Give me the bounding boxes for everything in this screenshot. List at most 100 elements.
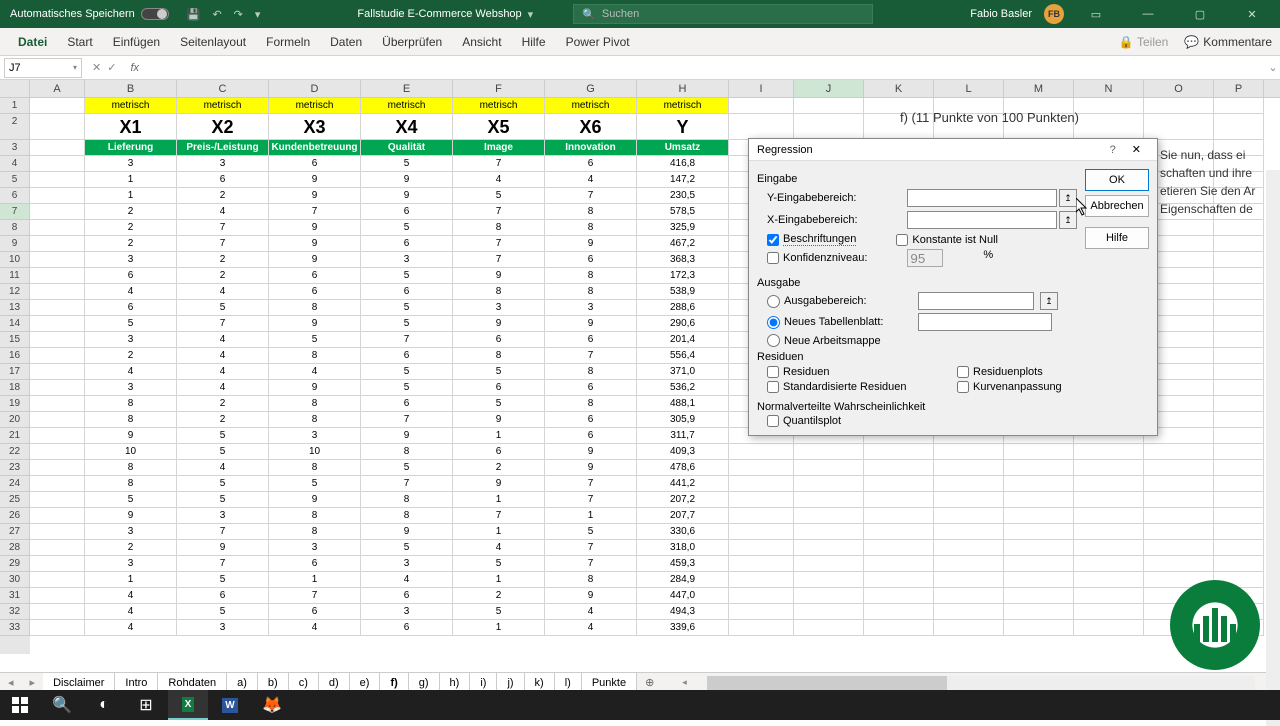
cell-K29[interactable]	[864, 556, 934, 572]
row-header-10[interactable]: 10	[0, 252, 30, 268]
cell-H25[interactable]: 207,2	[637, 492, 729, 508]
cell-B28[interactable]: 2	[85, 540, 177, 556]
cell-B10[interactable]: 3	[85, 252, 177, 268]
cell-B9[interactable]: 2	[85, 236, 177, 252]
cell-A21[interactable]	[30, 428, 85, 444]
cell-F22[interactable]: 6	[453, 444, 545, 460]
cell-C7[interactable]: 4	[177, 204, 269, 220]
cell-I26[interactable]	[729, 508, 794, 524]
cell-E24[interactable]: 7	[361, 476, 453, 492]
cell-K24[interactable]	[864, 476, 934, 492]
col-header-A[interactable]: A	[30, 80, 85, 97]
cell-F32[interactable]: 5	[453, 604, 545, 620]
cell-D5[interactable]: 9	[269, 172, 361, 188]
cell-E14[interactable]: 5	[361, 316, 453, 332]
cell-C18[interactable]: 4	[177, 380, 269, 396]
cell-B15[interactable]: 3	[85, 332, 177, 348]
cell-D28[interactable]: 3	[269, 540, 361, 556]
col-header-C[interactable]: C	[177, 80, 269, 97]
cell-A16[interactable]	[30, 348, 85, 364]
cell-P23[interactable]	[1214, 460, 1264, 476]
cell-P8[interactable]	[1214, 220, 1264, 236]
cell-P11[interactable]	[1214, 268, 1264, 284]
cell-K33[interactable]	[864, 620, 934, 636]
col-header-M[interactable]: M	[1004, 80, 1074, 97]
cell-I22[interactable]	[729, 444, 794, 460]
y-range-ref-icon[interactable]: ↥	[1059, 189, 1077, 207]
cell-C15[interactable]: 4	[177, 332, 269, 348]
cell-D23[interactable]: 8	[269, 460, 361, 476]
row-header-2[interactable]: 2	[0, 114, 30, 140]
cell-D13[interactable]: 8	[269, 300, 361, 316]
cell-F4[interactable]: 7	[453, 156, 545, 172]
row-header-29[interactable]: 29	[0, 556, 30, 572]
cell-O24[interactable]	[1144, 476, 1214, 492]
cell-L31[interactable]	[934, 588, 1004, 604]
row-header-18[interactable]: 18	[0, 380, 30, 396]
cell-F15[interactable]: 6	[453, 332, 545, 348]
ribbon-tab-einfügen[interactable]: Einfügen	[103, 28, 170, 56]
cell-D24[interactable]: 5	[269, 476, 361, 492]
cell-F2[interactable]: X5	[453, 114, 545, 140]
cell-A24[interactable]	[30, 476, 85, 492]
dialog-help-icon[interactable]: ?	[1102, 144, 1124, 156]
cell-D30[interactable]: 1	[269, 572, 361, 588]
cell-L28[interactable]	[934, 540, 1004, 556]
cell-A10[interactable]	[30, 252, 85, 268]
cell-H18[interactable]: 536,2	[637, 380, 729, 396]
cell-J23[interactable]	[794, 460, 864, 476]
cell-G4[interactable]: 6	[545, 156, 637, 172]
cell-H12[interactable]: 538,9	[637, 284, 729, 300]
cell-C6[interactable]: 2	[177, 188, 269, 204]
cell-A17[interactable]	[30, 364, 85, 380]
cell-C22[interactable]: 5	[177, 444, 269, 460]
residuals-checkbox[interactable]	[767, 366, 779, 378]
col-header-E[interactable]: E	[361, 80, 453, 97]
cell-C28[interactable]: 9	[177, 540, 269, 556]
cell-D18[interactable]: 9	[269, 380, 361, 396]
cell-I2[interactable]	[729, 114, 794, 140]
cell-F33[interactable]: 1	[453, 620, 545, 636]
cell-I23[interactable]	[729, 460, 794, 476]
cell-E2[interactable]: X4	[361, 114, 453, 140]
cell-E8[interactable]: 5	[361, 220, 453, 236]
vertical-scrollbar[interactable]	[1266, 170, 1280, 726]
cell-D10[interactable]: 9	[269, 252, 361, 268]
cell-P17[interactable]	[1214, 364, 1264, 380]
cell-A31[interactable]	[30, 588, 85, 604]
cell-F9[interactable]: 7	[453, 236, 545, 252]
row-header-7[interactable]: 7	[0, 204, 30, 220]
cell-D21[interactable]: 3	[269, 428, 361, 444]
row-header-33[interactable]: 33	[0, 620, 30, 636]
search-taskbar-icon[interactable]: 🔍	[42, 690, 82, 720]
cell-E18[interactable]: 5	[361, 380, 453, 396]
cell-L24[interactable]	[934, 476, 1004, 492]
confidence-value[interactable]	[907, 249, 943, 267]
cell-E12[interactable]: 6	[361, 284, 453, 300]
cell-G23[interactable]: 9	[545, 460, 637, 476]
col-header-L[interactable]: L	[934, 80, 1004, 97]
cell-O28[interactable]	[1144, 540, 1214, 556]
cell-N22[interactable]	[1074, 444, 1144, 460]
cell-K28[interactable]	[864, 540, 934, 556]
cell-G6[interactable]: 7	[545, 188, 637, 204]
cell-D9[interactable]: 9	[269, 236, 361, 252]
cell-P16[interactable]	[1214, 348, 1264, 364]
cell-G26[interactable]: 1	[545, 508, 637, 524]
cell-H4[interactable]: 416,8	[637, 156, 729, 172]
comments-button[interactable]: 💬 Kommentare	[1184, 35, 1272, 49]
ribbon-tab-formeln[interactable]: Formeln	[256, 28, 320, 56]
cell-H5[interactable]: 147,2	[637, 172, 729, 188]
cell-C31[interactable]: 6	[177, 588, 269, 604]
cell-E26[interactable]: 8	[361, 508, 453, 524]
cell-G2[interactable]: X6	[545, 114, 637, 140]
cell-D8[interactable]: 9	[269, 220, 361, 236]
expand-formula-icon[interactable]: ⌄	[1266, 61, 1280, 74]
cell-I32[interactable]	[729, 604, 794, 620]
fx-icon[interactable]: fx	[122, 62, 147, 74]
cell-C3[interactable]: Preis-/Leistung	[177, 140, 269, 156]
cell-J22[interactable]	[794, 444, 864, 460]
cell-L33[interactable]	[934, 620, 1004, 636]
cell-B11[interactable]: 6	[85, 268, 177, 284]
cell-J33[interactable]	[794, 620, 864, 636]
